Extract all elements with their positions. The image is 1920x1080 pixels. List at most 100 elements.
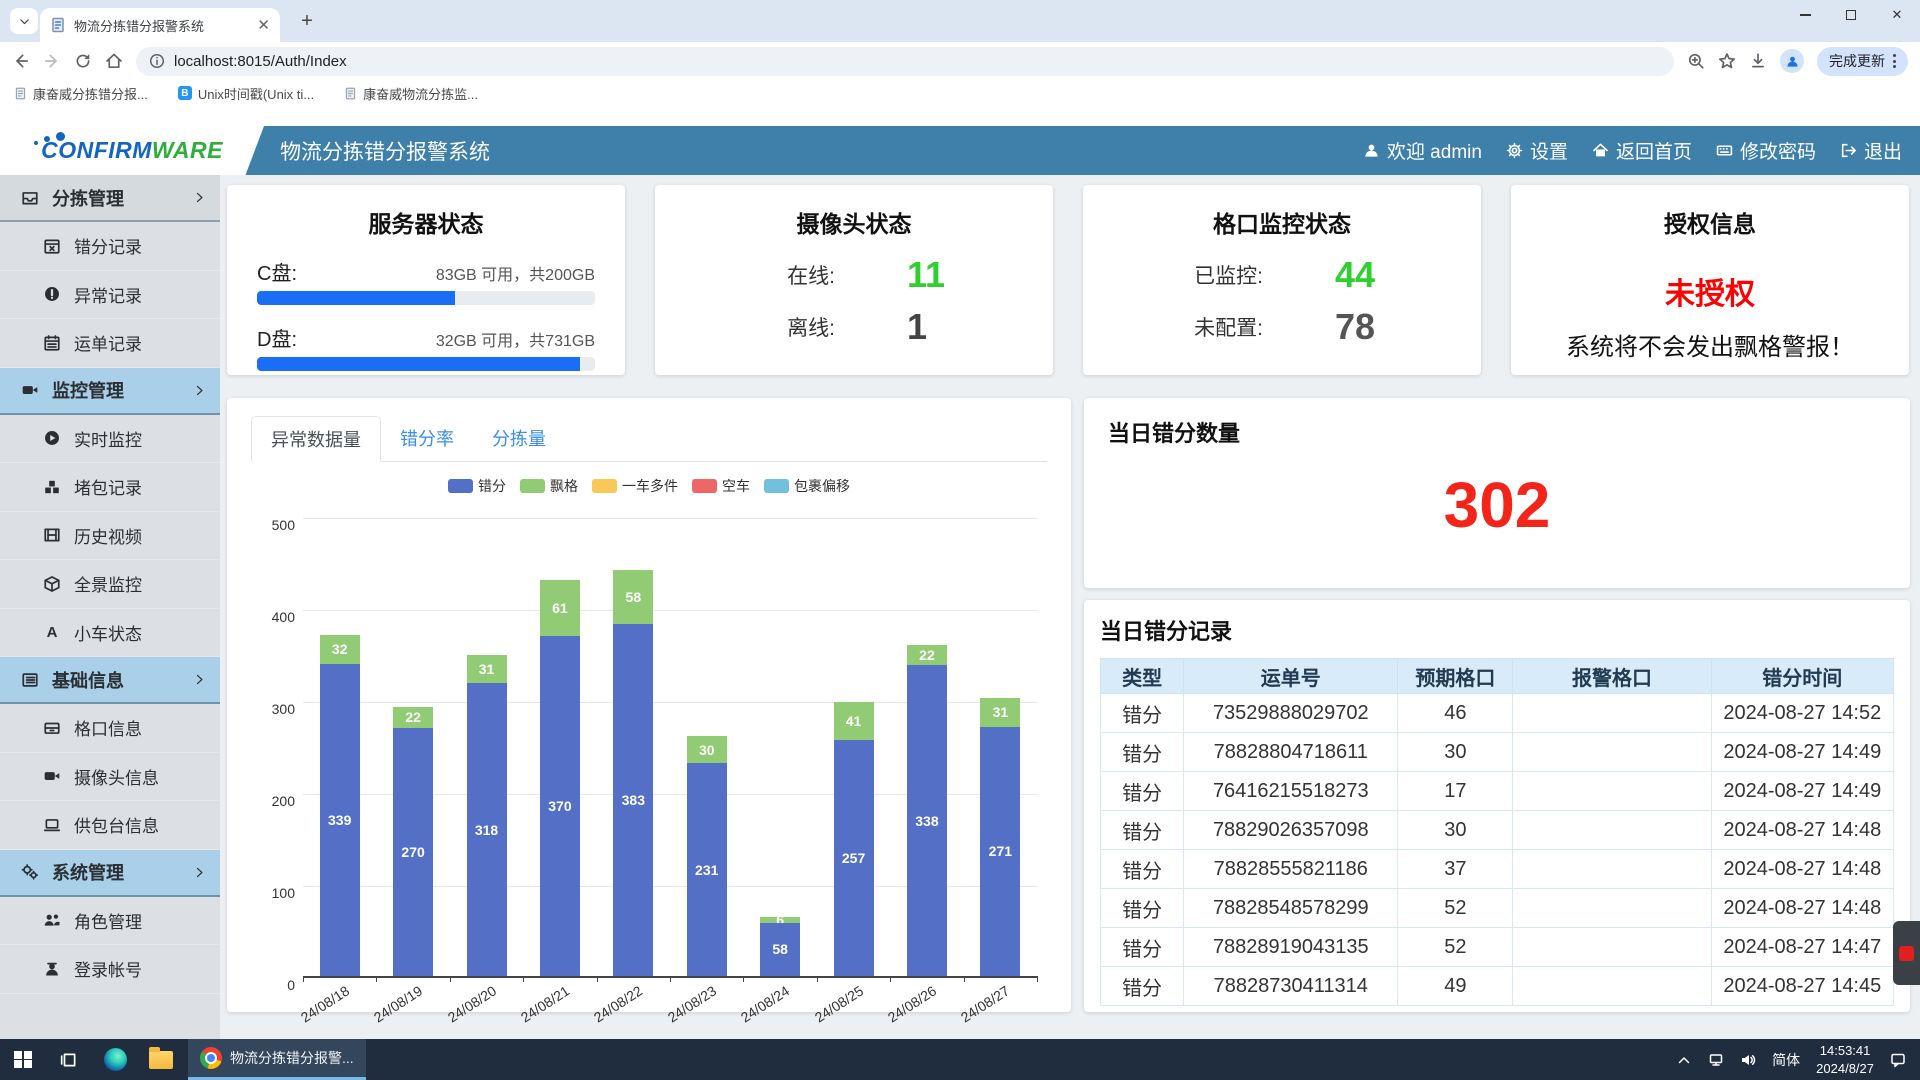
stacked-bar-24/08/26[interactable]: 22338 bbox=[907, 645, 947, 976]
sidebar-group-系统管理[interactable]: 系统管理 bbox=[0, 850, 220, 897]
back-icon[interactable] bbox=[12, 52, 30, 70]
edge-button[interactable] bbox=[92, 1039, 138, 1080]
chrome-icon bbox=[200, 1047, 222, 1069]
sidebar-item-登录帐号[interactable]: 登录帐号 bbox=[0, 945, 220, 994]
legend-item-空车[interactable]: 空车 bbox=[692, 476, 750, 496]
bar-segment-错分: 231 bbox=[687, 763, 727, 976]
window-close-button[interactable]: ✕ bbox=[1874, 0, 1920, 30]
chute-monitored-label: 已监控: bbox=[1113, 260, 1263, 290]
sidebar-group-分拣管理[interactable]: 分拣管理 bbox=[0, 175, 220, 222]
stacked-bar-24/08/21[interactable]: 61370 bbox=[540, 580, 580, 977]
sidebar-item-摄像头信息[interactable]: 摄像头信息 bbox=[0, 753, 220, 802]
bookmark-item[interactable]: 康奋威物流分拣监... bbox=[344, 84, 478, 103]
confirmware-logo[interactable]: CONFIRMWARE bbox=[0, 126, 264, 175]
legend-item-包裹偏移[interactable]: 包裹偏移 bbox=[764, 476, 850, 496]
table-row[interactable]: 错分78828804718611302024-08-27 14:49 bbox=[1101, 733, 1894, 772]
window-minimize-button[interactable] bbox=[1782, 0, 1828, 30]
task-view-button[interactable] bbox=[46, 1039, 92, 1080]
sidebar-item-实时监控[interactable]: 实时监控 bbox=[0, 415, 220, 464]
volume-icon[interactable] bbox=[1740, 1052, 1756, 1068]
account-icon bbox=[42, 960, 62, 978]
sidebar-item-格口信息[interactable]: 格口信息 bbox=[0, 704, 220, 753]
sidebar-item-小车状态[interactable]: A小车状态 bbox=[0, 609, 220, 658]
refresh-icon[interactable] bbox=[74, 52, 92, 70]
bookmark-item[interactable]: BUnix时间戳(Unix ti... bbox=[178, 84, 314, 103]
bookmark-item[interactable]: 康奋威分拣错分报... bbox=[14, 84, 148, 103]
stacked-bar-24/08/23[interactable]: 30231 bbox=[687, 736, 727, 976]
taskbar-active-task[interactable]: 物流分拣错分报警... bbox=[188, 1039, 366, 1080]
info-icon[interactable] bbox=[149, 53, 165, 69]
table-row[interactable]: 错分76416215518273172024-08-27 14:49 bbox=[1101, 772, 1894, 811]
chevron-right-icon bbox=[193, 866, 206, 879]
table-cell: 52 bbox=[1398, 928, 1513, 967]
stacked-bar-24/08/20[interactable]: 31318 bbox=[467, 655, 507, 976]
tab-close-icon[interactable]: ✕ bbox=[257, 16, 270, 34]
sidebar-group-基础信息[interactable]: 基础信息 bbox=[0, 657, 220, 704]
forward-icon[interactable] bbox=[43, 52, 61, 70]
tab-abnormal-data[interactable]: 异常数据量 bbox=[251, 416, 381, 462]
window-maximize-button[interactable] bbox=[1828, 0, 1874, 30]
file-explorer-button[interactable] bbox=[138, 1039, 184, 1080]
bookmark-star-icon[interactable] bbox=[1718, 52, 1736, 70]
download-icon[interactable] bbox=[1749, 52, 1767, 70]
start-button[interactable] bbox=[0, 1039, 46, 1080]
legend-item-错分[interactable]: 错分 bbox=[448, 476, 506, 496]
stacked-bar-24/08/27[interactable]: 31271 bbox=[980, 698, 1020, 976]
sidebar-item-角色管理[interactable]: 角色管理 bbox=[0, 897, 220, 946]
new-tab-button[interactable]: + bbox=[294, 8, 320, 34]
x-axis-label: 24/08/26 bbox=[870, 973, 954, 1035]
tray-clock[interactable]: 14:53:41 2024/8/27 bbox=[1816, 1042, 1874, 1077]
network-icon[interactable] bbox=[1708, 1052, 1724, 1068]
y-axis-label: 500 bbox=[272, 517, 295, 533]
address-bar[interactable]: localhost:8015/Auth/Index bbox=[136, 47, 1674, 76]
table-row[interactable]: 错分73529888029702462024-08-27 14:52 bbox=[1101, 694, 1894, 733]
sidebar-item-历史视频[interactable]: 历史视频 bbox=[0, 512, 220, 561]
header-menu-home[interactable]: 返回首页 bbox=[1592, 137, 1692, 164]
tab-search-button[interactable] bbox=[10, 8, 38, 34]
sidebar-label: 小车状态 bbox=[74, 620, 142, 645]
sidebar-item-堵包记录[interactable]: 堵包记录 bbox=[0, 463, 220, 512]
zoom-indicator-icon[interactable] bbox=[1687, 52, 1705, 70]
tab-error-rate[interactable]: 错分率 bbox=[381, 416, 473, 461]
browser-menu-icon[interactable] bbox=[1893, 54, 1896, 68]
sidebar-item-全景监控[interactable]: 全景监控 bbox=[0, 560, 220, 609]
stacked-bar-24/08/22[interactable]: 58383 bbox=[613, 570, 653, 976]
tab-title: 物流分拣错分报警系统 bbox=[74, 16, 249, 35]
y-axis-label: 200 bbox=[272, 793, 295, 809]
stacked-bar-24/08/18[interactable]: 32339 bbox=[320, 635, 360, 976]
table-row[interactable]: 错分78828548578299522024-08-27 14:48 bbox=[1101, 889, 1894, 928]
table-row[interactable]: 错分78828919043135522024-08-27 14:47 bbox=[1101, 928, 1894, 967]
profile-avatar[interactable] bbox=[1780, 49, 1804, 73]
action-center-icon[interactable] bbox=[1890, 1052, 1906, 1068]
sidebar-item-异常记录[interactable]: 异常记录 bbox=[0, 271, 220, 320]
legend-item-飘格[interactable]: 飘格 bbox=[520, 476, 578, 496]
table-row[interactable]: 错分78829026357098302024-08-27 14:48 bbox=[1101, 811, 1894, 850]
card-title: 授权信息 bbox=[1541, 205, 1879, 239]
sidebar-item-错分记录[interactable]: 错分记录 bbox=[0, 222, 220, 271]
table-row[interactable]: 错分78828555821186372024-08-27 14:48 bbox=[1101, 850, 1894, 889]
chrome-update-button[interactable]: 完成更新 bbox=[1817, 47, 1908, 76]
header-menu-keyboard[interactable]: 修改密码 bbox=[1716, 137, 1816, 164]
input-language[interactable]: 简体 bbox=[1772, 1050, 1800, 1070]
header-menu-gear[interactable]: 设置 bbox=[1506, 137, 1568, 164]
sidebar-group-监控管理[interactable]: 监控管理 bbox=[0, 368, 220, 415]
home-icon[interactable] bbox=[105, 52, 123, 70]
sidebar-label: 堵包记录 bbox=[74, 474, 142, 499]
film-icon bbox=[42, 526, 62, 544]
sidebar-item-供包台信息[interactable]: 供包台信息 bbox=[0, 801, 220, 850]
header-menu-user[interactable]: 欢迎 admin bbox=[1363, 137, 1482, 164]
legend-item-一车多件[interactable]: 一车多件 bbox=[592, 476, 678, 496]
browser-tab[interactable]: 物流分拣错分报警系统 ✕ bbox=[40, 8, 280, 42]
tray-chevron-up-icon[interactable] bbox=[1676, 1052, 1692, 1068]
stacked-bar-24/08/19[interactable]: 22270 bbox=[393, 707, 433, 976]
floating-feedback-widget[interactable] bbox=[1893, 921, 1920, 985]
header-menu-logout[interactable]: 退出 bbox=[1840, 137, 1902, 164]
license-status: 未授权 bbox=[1541, 269, 1879, 313]
stacked-bar-24/08/25[interactable]: 41257 bbox=[834, 702, 874, 976]
stacked-bar-24/08/24[interactable]: 658 bbox=[760, 917, 800, 976]
table-row[interactable]: 错分78828730411314492024-08-27 14:45 bbox=[1101, 967, 1894, 1006]
sidebar-item-运单记录[interactable]: 运单记录 bbox=[0, 319, 220, 368]
table-cell: 错分 bbox=[1101, 772, 1184, 811]
tab-sorting-volume[interactable]: 分拣量 bbox=[473, 416, 565, 461]
browser-toolbar: localhost:8015/Auth/Index 完成更新 bbox=[0, 42, 1920, 80]
